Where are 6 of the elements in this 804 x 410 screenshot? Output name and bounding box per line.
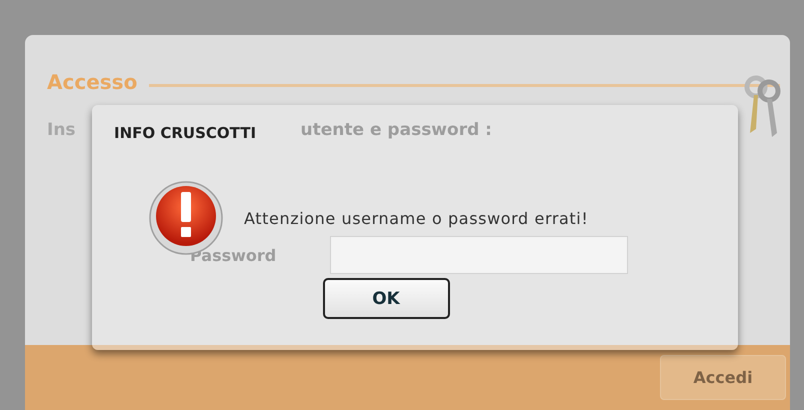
ok-button[interactable]: OK	[322, 278, 450, 319]
error-message: Attenzione username o password errati!	[244, 208, 588, 228]
password-field[interactable]	[330, 236, 628, 274]
dialog-title: INFO CRUSCOTTI	[114, 124, 256, 142]
panel-title: Accesso	[47, 70, 138, 94]
instruction-text: utente e password :	[300, 120, 492, 140]
